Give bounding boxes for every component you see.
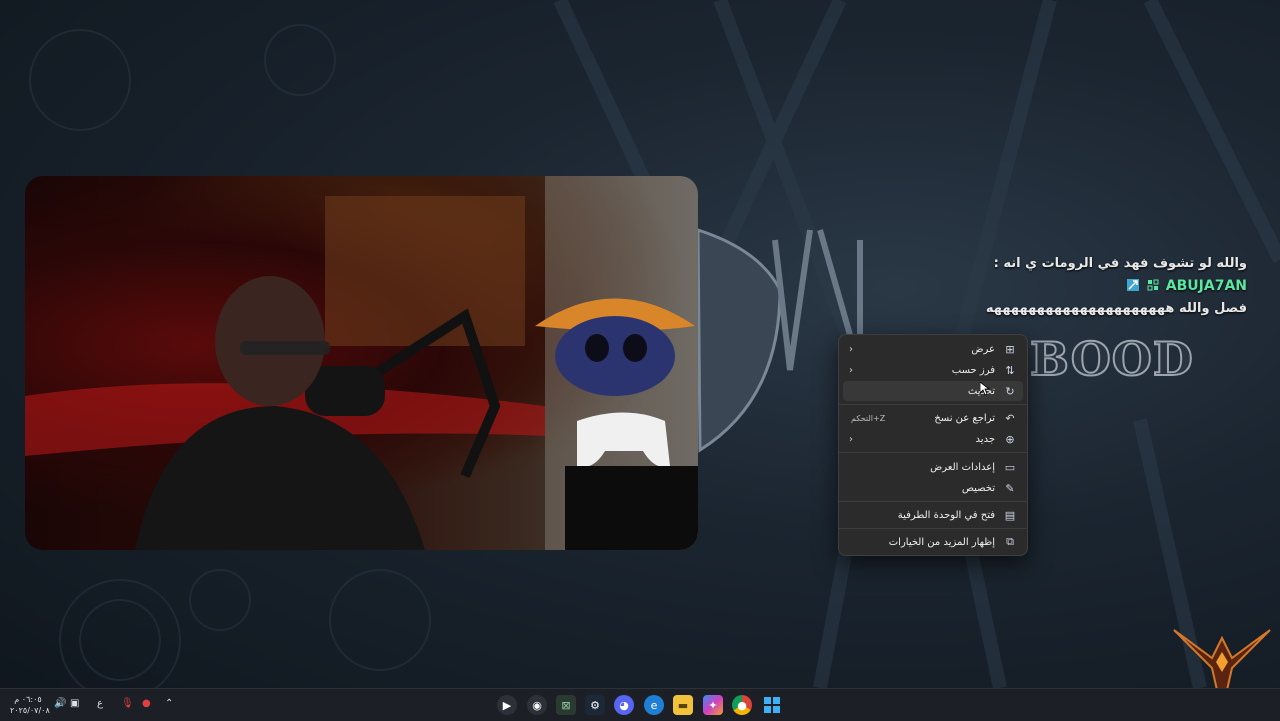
file-explorer-icon[interactable]: ▬ — [673, 695, 693, 715]
desktop-context-menu: ⊞ عرض ‹ ⇅ فرز حسب ‹ ↻ تحديث ↶ تراجع عن ن… — [838, 334, 1028, 556]
menu-item-view[interactable]: ⊞ عرض ‹ — [843, 339, 1023, 359]
media-player-icon[interactable]: ▶ — [497, 695, 517, 715]
menu-item-refresh[interactable]: ↻ تحديث — [843, 381, 1023, 401]
chevron-left-icon: ‹ — [849, 433, 853, 445]
sort-icon: ⇅ — [1005, 363, 1015, 377]
menu-item-label: تحديث — [843, 386, 995, 397]
mouse-cursor-icon — [980, 382, 990, 396]
menu-item-label: إظهار المزيد من الخيارات — [888, 536, 995, 548]
clock-time: ٠٦:٠٥ م — [14, 695, 42, 704]
display-settings-icon: ▭ — [1004, 460, 1016, 474]
menu-item-label: عرض — [971, 343, 995, 355]
input-language[interactable]: ع — [97, 698, 103, 709]
menu-shortcut: التحكم+Z — [851, 413, 886, 423]
webcam-feed — [25, 176, 698, 550]
menu-item-sort-by[interactable]: ⇅ فرز حسب ‹ — [843, 360, 1023, 380]
chat-separator: : — [993, 256, 999, 271]
menu-item-label: تخصيص — [961, 482, 995, 494]
chevron-up-icon[interactable]: ⌃ — [165, 698, 173, 709]
menu-item-open-in-terminal[interactable]: ▤ فتح في الوحدة الطرفية — [843, 505, 1023, 525]
chevron-left-icon: ‹ — [849, 343, 853, 355]
edge-icon[interactable]: e — [644, 695, 664, 715]
taskbar-clock[interactable]: ٠٦:٠٥ م ٢٠٢٥/٠٧/٠٨ — [10, 694, 50, 716]
channel-logo-text: BOOD — [1029, 331, 1194, 387]
recording-app-icon[interactable]: ● — [142, 698, 151, 709]
chat-username: ABUJA7AN — [1165, 278, 1247, 294]
grid-view-icon: ⊞ — [1005, 342, 1015, 356]
menu-divider — [839, 501, 1027, 502]
chat-line-1: والله لو تشوف فهد في الرومات ي انه : ABU… — [917, 253, 1247, 298]
menu-divider — [839, 528, 1027, 529]
network-icon[interactable]: ▣ — [70, 698, 79, 709]
subscriber-badge-icon — [1147, 279, 1159, 291]
menu-divider — [839, 404, 1027, 405]
chat-message-text: والله لو تشوف فهد في الرومات ي انه — [1003, 256, 1247, 271]
terminal-icon: ▤ — [1004, 508, 1016, 522]
discord-icon[interactable]: ◕ — [614, 695, 634, 715]
clock-date: ٢٠٢٥/٠٧/٠٨ — [10, 706, 50, 715]
steam-icon[interactable]: ⚙ — [585, 695, 605, 715]
menu-item-personalize[interactable]: ✎ تخصيص — [843, 478, 1023, 498]
microphone-icon[interactable]: 🎙 — [121, 698, 134, 709]
menu-item-show-more-options[interactable]: ⧉ إظهار المزيد من الخيارات — [843, 532, 1023, 552]
windows-start-icon[interactable] — [762, 695, 782, 715]
taskbar: ٠٦:٠٥ م ٢٠٢٥/٠٧/٠٨ 🔊 ▣ ع 🎙 ● ⌃ ▶ ◉ ⊠ ⚙ ◕… — [0, 688, 1280, 721]
menu-item-label: فرز حسب — [951, 364, 995, 376]
menu-item-display-settings[interactable]: ▭ إعدادات العرض — [843, 457, 1023, 477]
more-options-icon: ⧉ — [1006, 535, 1014, 548]
menu-item-new[interactable]: ⊕ جديد ‹ — [843, 429, 1023, 449]
copilot-icon[interactable]: ✦ — [703, 695, 723, 715]
terminal-app-icon[interactable]: ⊠ — [556, 695, 576, 715]
menu-item-undo-copy[interactable]: ↶ تراجع عن نسخ التحكم+Z — [843, 408, 1023, 428]
chat-line-2: فصل والله هههههههههههههههههههههه — [985, 301, 1247, 316]
personalize-pen-icon: ✎ — [1005, 481, 1015, 495]
speaker-icon[interactable]: 🔊 — [54, 698, 66, 709]
verified-badge-icon — [1126, 279, 1139, 291]
menu-divider — [839, 452, 1027, 453]
undo-icon: ↶ — [1005, 411, 1015, 425]
refresh-icon: ↻ — [1005, 384, 1015, 398]
menu-item-label: فتح في الوحدة الطرفية — [897, 509, 995, 521]
stream-chat-message: والله لو تشوف فهد في الرومات ي انه : ABU… — [917, 253, 1247, 320]
menu-item-label: جديد — [975, 433, 995, 445]
chrome-icon[interactable]: ● — [732, 695, 752, 715]
obs-icon[interactable]: ◉ — [527, 695, 547, 715]
new-plus-icon: ⊕ — [1005, 432, 1015, 446]
chevron-left-icon: ‹ — [849, 364, 853, 376]
menu-item-label: إعدادات العرض — [930, 461, 995, 473]
